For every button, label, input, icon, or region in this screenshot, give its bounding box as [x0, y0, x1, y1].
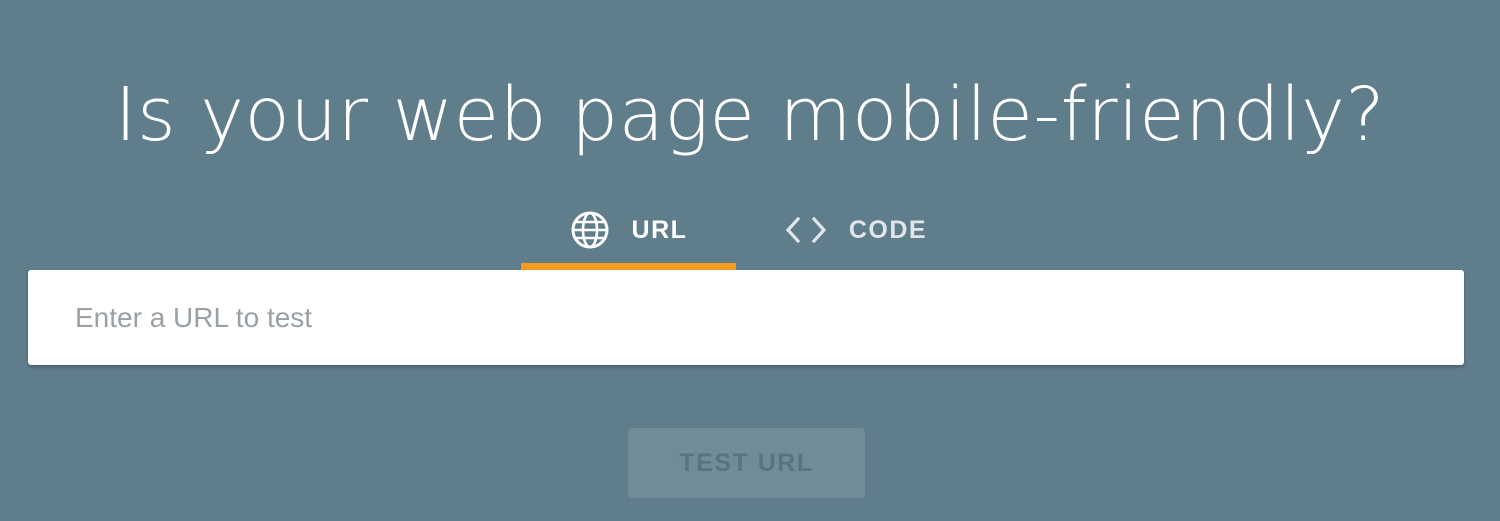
tab-code-label: CODE	[848, 215, 928, 244]
url-input[interactable]	[75, 270, 1445, 365]
tab-url-label: URL	[631, 215, 688, 244]
url-input-container	[28, 270, 1464, 365]
test-url-button[interactable]: TEST URL	[628, 428, 865, 498]
active-tab-indicator	[521, 263, 736, 270]
tab-code[interactable]: CODE	[761, 190, 951, 270]
input-mode-tabs: URL CODE	[521, 190, 981, 270]
globe-icon	[570, 210, 610, 250]
code-brackets-icon	[785, 215, 827, 245]
tab-url[interactable]: URL	[521, 190, 736, 270]
page-title: Is your web page mobile-friendly?	[114, 71, 1386, 158]
